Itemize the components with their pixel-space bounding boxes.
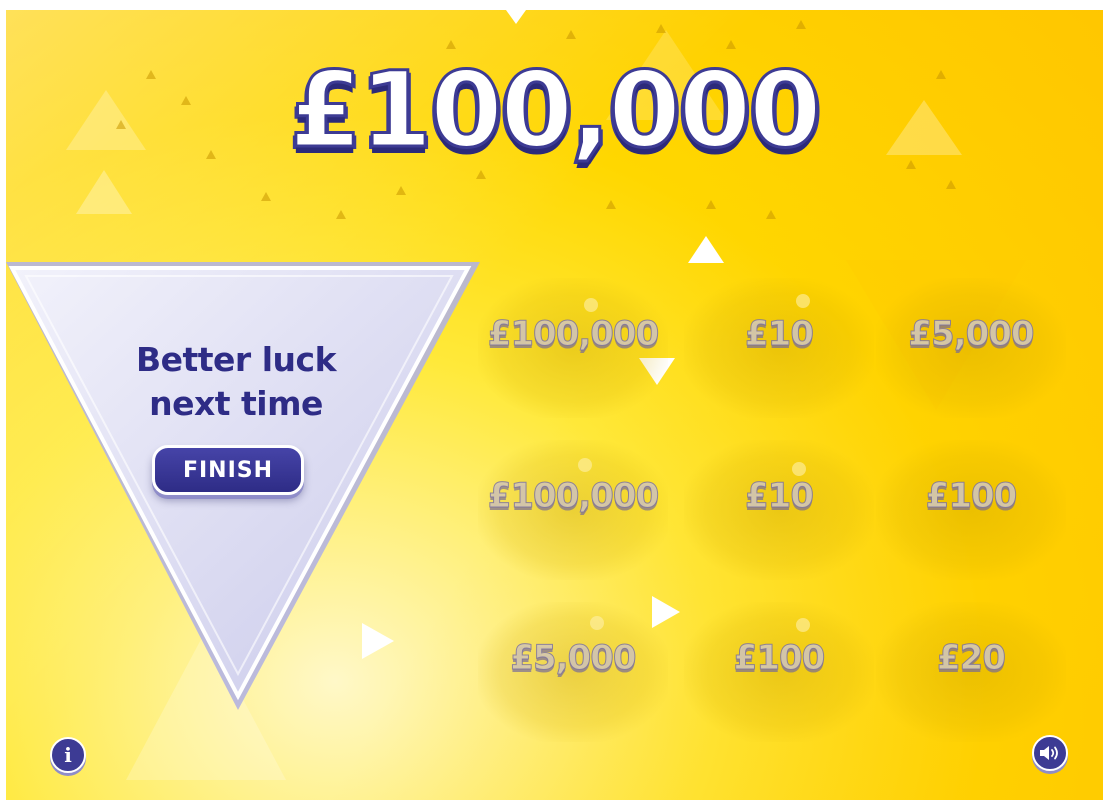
cell-sparkle — [796, 294, 810, 308]
prize-value: £5,000 — [510, 638, 637, 679]
confetti — [726, 40, 736, 49]
prize-value: £10 — [745, 476, 815, 517]
result-panel: Better luck next time FINISH — [6, 262, 486, 712]
prize-cell[interactable]: £5,000 — [478, 602, 668, 742]
prize-cell[interactable]: £100,000 — [478, 278, 668, 418]
confetti — [336, 210, 346, 219]
sound-button[interactable] — [1032, 735, 1068, 771]
bg-triangle — [688, 236, 724, 263]
prize-value: £100,000 — [487, 314, 660, 355]
prize-cell[interactable]: £10 — [684, 278, 874, 418]
cell-sparkle — [590, 616, 604, 630]
prize-value: £10 — [745, 314, 815, 355]
confetti — [261, 192, 271, 201]
confetti — [656, 24, 666, 33]
cell-sparkle — [578, 458, 592, 472]
jackpot-title: £100,000 — [288, 49, 823, 171]
bg-triangle — [76, 170, 132, 214]
prize-value: £100 — [925, 476, 1018, 517]
confetti — [946, 180, 956, 189]
prize-cell[interactable]: £100,000 — [478, 440, 668, 580]
prize-value: £20 — [937, 638, 1007, 679]
info-icon: i — [64, 743, 72, 767]
confetti — [566, 30, 576, 39]
prize-cell[interactable]: £10 — [684, 440, 874, 580]
confetti — [446, 40, 456, 49]
cell-sparkle — [584, 298, 598, 312]
cell-sparkle — [792, 462, 806, 476]
confetti — [606, 200, 616, 209]
game-stage: £100,000 £100,000 £10 £5,000 £100,000 £1… — [6, 10, 1103, 800]
result-message-line1: Better luck — [135, 340, 337, 379]
prize-value: £100 — [733, 638, 826, 679]
cell-sparkle — [796, 618, 810, 632]
confetti — [476, 170, 486, 179]
result-message: Better luck next time — [46, 338, 426, 426]
bg-triangle — [506, 10, 526, 24]
prize-value: £5,000 — [908, 314, 1035, 355]
prize-cell[interactable]: £5,000 — [876, 278, 1066, 418]
confetti — [796, 20, 806, 29]
confetti — [396, 186, 406, 195]
prize-cell[interactable]: £20 — [876, 602, 1066, 742]
prize-value: £100,000 — [487, 476, 660, 517]
speaker-icon — [1040, 746, 1058, 760]
prize-cell[interactable]: £100 — [876, 440, 1066, 580]
info-button[interactable]: i — [50, 737, 86, 773]
confetti — [706, 200, 716, 209]
result-message-line2: next time — [149, 384, 323, 423]
confetti — [766, 210, 776, 219]
finish-button[interactable]: FINISH — [152, 445, 304, 495]
prize-cell[interactable]: £100 — [684, 602, 874, 742]
